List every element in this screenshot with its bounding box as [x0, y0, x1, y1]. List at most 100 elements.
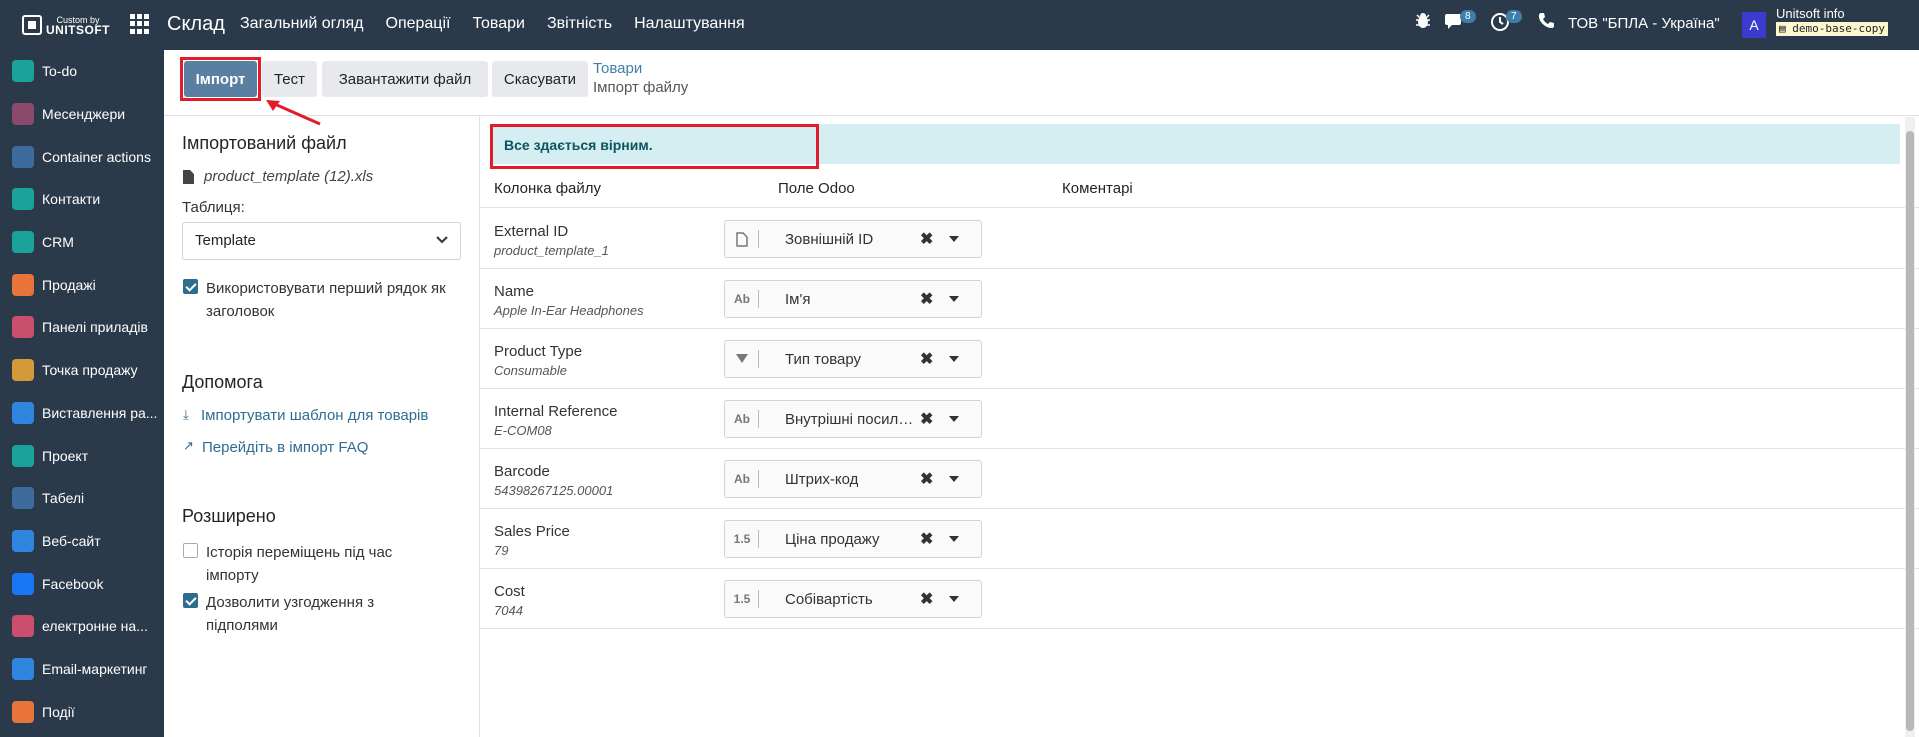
top-navbar: Custom by UNITSOFT Склад Загальний огляд…	[0, 0, 1919, 50]
user-menu[interactable]: Unitsoft info ▤ demo-base-copy	[1776, 7, 1888, 36]
file-column-sample: product_template_1	[494, 243, 609, 258]
sidebar-item-website[interactable]: Веб-сайт	[0, 520, 164, 563]
sidebar-item-timesheet[interactable]: Табелі	[0, 477, 164, 520]
sidebar-item-pos[interactable]: Точка продажу	[0, 349, 164, 392]
sidebar-item-container[interactable]: Container actions	[0, 135, 164, 178]
odoo-field-select[interactable]: Ab Штрих-код ✖	[724, 460, 982, 498]
advanced-title: Розширено	[182, 506, 276, 526]
file-column-name: Sales Price	[494, 523, 570, 540]
external-link-icon: ↗	[183, 438, 194, 453]
odoo-field-select[interactable]: Ab Ім'я ✖	[724, 280, 982, 318]
odoo-field-value: Внутрішні посилання	[785, 411, 915, 428]
sidebar-item-invoice[interactable]: Виставлення ра...	[0, 392, 164, 435]
table-row: External ID product_template_1 Зовнішній I…	[480, 209, 1919, 269]
avatar[interactable]: A	[1742, 12, 1766, 38]
text-type-icon: Ab	[734, 412, 750, 426]
odoo-field-select[interactable]: Тип товару ✖	[724, 340, 982, 378]
sidebar-item-label: Проект	[42, 447, 89, 464]
bug-icon[interactable]	[1415, 12, 1431, 38]
menu-operations[interactable]: Операції	[386, 15, 451, 33]
sidebar-item-label: Facebook	[42, 575, 104, 592]
apps-sidebar: To-do Месенджери Container actions Контакти…	[0, 50, 164, 737]
caret-down-icon[interactable]	[949, 296, 959, 302]
app-menu-grid-icon[interactable]	[130, 14, 150, 34]
sidebar-item-contacts[interactable]: Контакти	[0, 178, 164, 221]
facebook-icon	[12, 572, 34, 595]
odoo-field-select[interactable]: 1.5 Ціна продажу ✖	[724, 520, 982, 558]
container-icon	[12, 145, 34, 168]
sidebar-item-facebook[interactable]: Facebook	[0, 562, 164, 605]
sidebar-item-crm[interactable]: CRM	[0, 221, 164, 264]
clear-icon[interactable]: ✖	[920, 409, 933, 429]
sidebar-item-events[interactable]: Події	[0, 690, 164, 733]
file-icon	[725, 221, 759, 257]
table-row: Cost 7044 1.5 Собівартість ✖	[480, 569, 1919, 629]
sidebar-item-label: Виставлення ра...	[42, 404, 158, 421]
upload-file-button[interactable]: Завантажити файл	[322, 61, 488, 97]
company-logo[interactable]: Custom by UNITSOFT	[22, 9, 110, 41]
caret-down-icon[interactable]	[949, 356, 959, 362]
menu-reporting[interactable]: Звітність	[547, 15, 612, 33]
sidebar-item-label: Точка продажу	[42, 362, 138, 379]
vertical-scrollbar[interactable]	[1905, 117, 1915, 737]
contacts-icon	[12, 188, 34, 211]
odoo-field-value: Ім'я	[785, 291, 811, 308]
messages-button[interactable]: 8	[1444, 10, 1476, 38]
sidebar-item-todo[interactable]: To-do	[0, 50, 164, 93]
caret-down-icon[interactable]	[949, 596, 959, 602]
table-label: Таблиця:	[182, 199, 245, 216]
subfields-checkbox[interactable]	[183, 593, 198, 608]
sidebar-item-label: CRM	[42, 234, 74, 251]
caret-down-icon[interactable]	[949, 236, 959, 242]
scrollbar-thumb[interactable]	[1906, 131, 1914, 731]
crm-icon	[12, 231, 34, 254]
breadcrumb-products[interactable]: Товари	[593, 60, 642, 77]
track-history-checkbox[interactable]	[183, 543, 198, 558]
use-header-checkbox[interactable]	[183, 279, 198, 294]
sidebar-item-label: Месенджери	[42, 106, 126, 123]
odoo-field-select[interactable]: 1.5 Собівартість ✖	[724, 580, 982, 618]
clear-icon[interactable]: ✖	[920, 529, 933, 549]
sidebar-item-label: Email-маркетинг	[42, 660, 148, 677]
sidebar-item-email[interactable]: Email-маркетинг	[0, 648, 164, 691]
menu-products[interactable]: Товари	[472, 15, 524, 33]
odoo-field-select[interactable]: Зовнішній ID ✖	[724, 220, 982, 258]
clear-icon[interactable]: ✖	[920, 289, 933, 309]
import-template-link[interactable]: Імпортувати шаблон для товарів	[201, 407, 428, 424]
menu-settings[interactable]: Налаштування	[634, 15, 745, 33]
odoo-field-select[interactable]: Ab Внутрішні посилання ✖	[724, 400, 982, 438]
float-type-icon: 1.5	[733, 532, 751, 546]
caret-down-icon[interactable]	[949, 536, 959, 542]
file-icon	[183, 170, 194, 184]
company-switcher[interactable]: ТОВ "БПЛА - Україна"	[1568, 15, 1720, 32]
header-file-column: Колонка файлу	[494, 180, 602, 197]
top-menu: Загальний огляд Операції Товари Звітніст…	[240, 15, 767, 33]
sidebar-item-sales[interactable]: Продажі	[0, 263, 164, 306]
sidebar-item-messenger[interactable]: Месенджери	[0, 93, 164, 136]
use-header-label: Використовувати перший рядок як заголово…	[206, 280, 446, 320]
menu-overview[interactable]: Загальний огляд	[240, 15, 364, 33]
caret-down-icon[interactable]	[949, 476, 959, 482]
sales-icon	[12, 273, 34, 296]
file-column-name: Product Type	[494, 343, 583, 360]
activities-button[interactable]: 7	[1490, 10, 1522, 38]
import-faq-link[interactable]: Перейдіть в імпорт FAQ	[202, 439, 368, 456]
app-title[interactable]: Склад	[167, 13, 225, 36]
file-column-name: Cost	[494, 583, 525, 600]
sidebar-item-project[interactable]: Проект	[0, 434, 164, 477]
cancel-button[interactable]: Скасувати	[492, 61, 588, 97]
sidebar-item-dashboard[interactable]: Панелі приладів	[0, 306, 164, 349]
table-select[interactable]: Template	[182, 222, 461, 260]
elearning-icon	[12, 615, 34, 638]
clear-icon[interactable]: ✖	[920, 229, 933, 249]
text-type-icon: Ab	[734, 292, 750, 306]
sidebar-item-elearning[interactable]: електронне на...	[0, 605, 164, 648]
clear-icon[interactable]: ✖	[920, 469, 933, 489]
caret-down-icon[interactable]	[949, 416, 959, 422]
phone-icon[interactable]	[1538, 12, 1554, 38]
odoo-field-value: Тип товару	[785, 351, 862, 368]
test-button[interactable]: Тест	[262, 61, 317, 97]
clear-icon[interactable]: ✖	[920, 589, 933, 609]
clear-icon[interactable]: ✖	[920, 349, 933, 369]
file-column-sample: Consumable	[494, 363, 567, 378]
